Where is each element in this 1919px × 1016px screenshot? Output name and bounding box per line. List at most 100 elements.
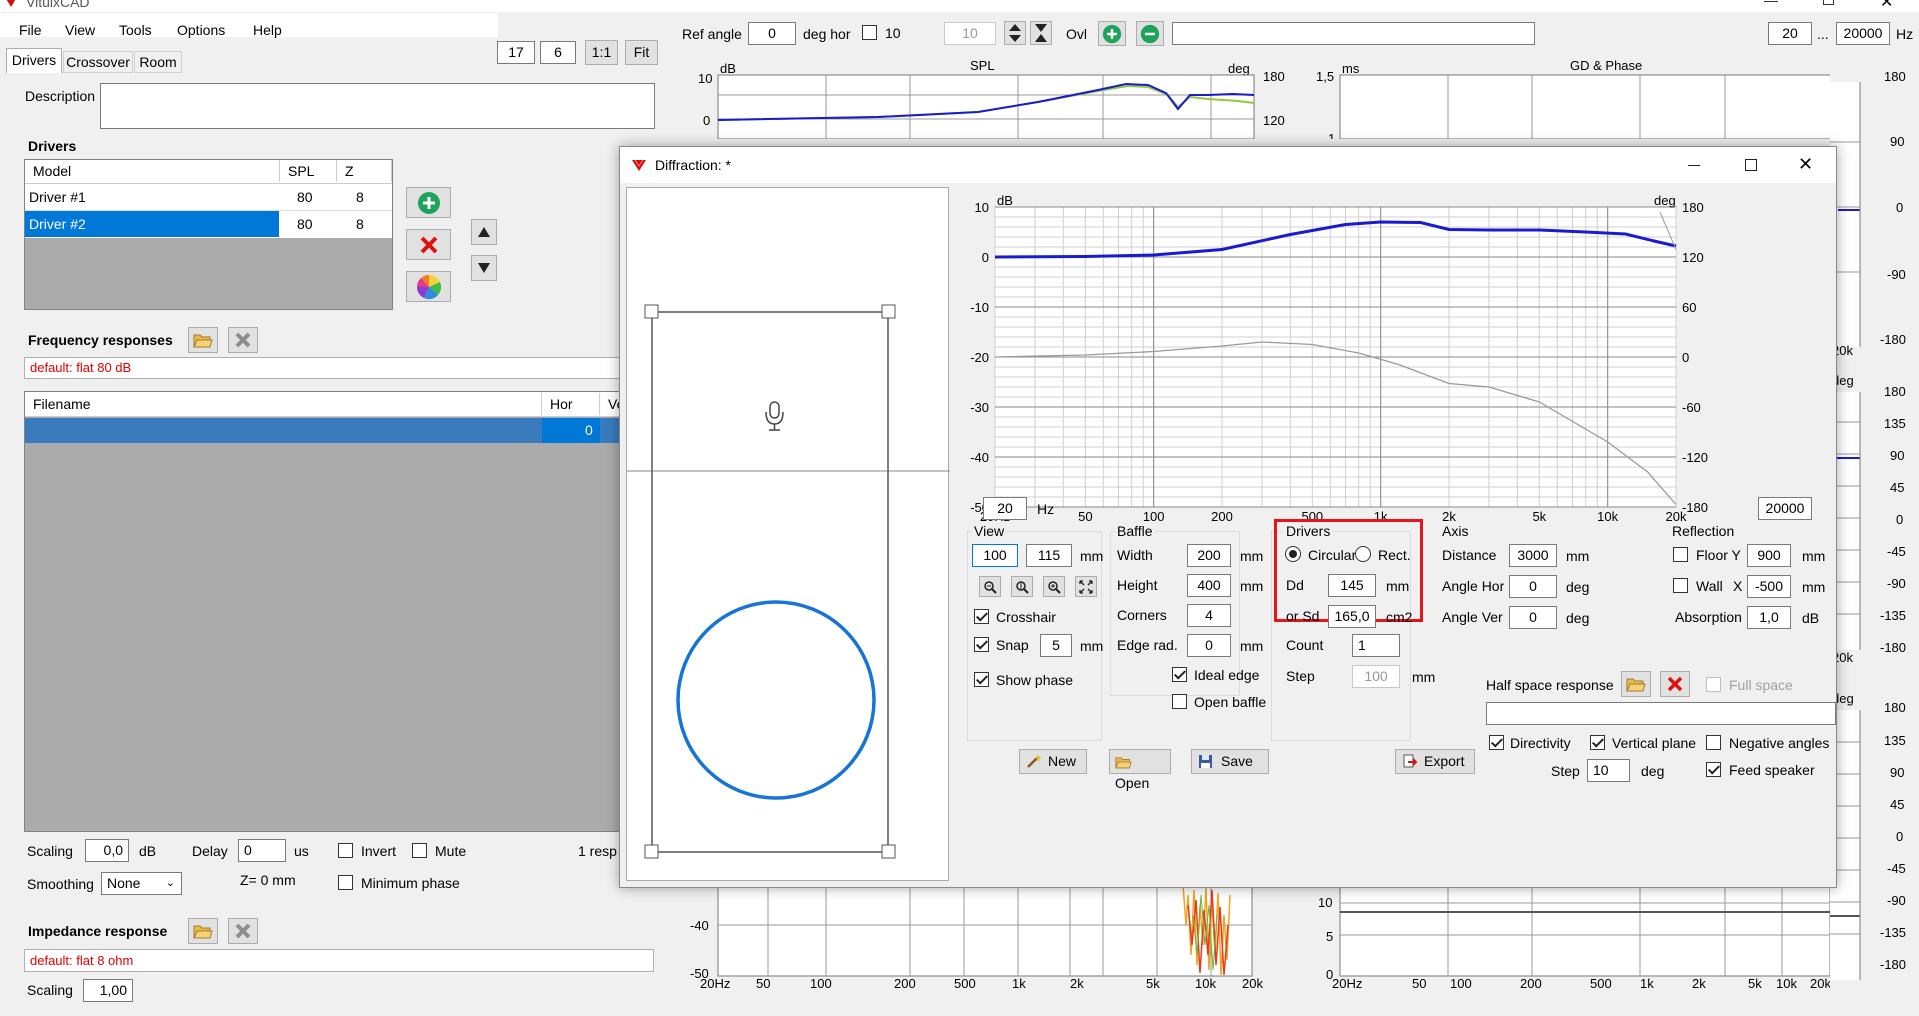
scaling-input[interactable]: 0,0: [85, 839, 129, 862]
distance-input[interactable]: 3000: [1509, 544, 1557, 567]
imp-open-button[interactable]: [188, 918, 218, 944]
fr-default-field[interactable]: default: flat 80 dB: [24, 357, 654, 379]
baffle-corners-input[interactable]: 4: [1187, 604, 1231, 627]
min-phase-checkbox[interactable]: [338, 875, 353, 890]
freq-max-input[interactable]: 20000: [1836, 22, 1890, 45]
directivity-checkbox[interactable]: [1489, 735, 1504, 750]
table-row-selected[interactable]: 0: [25, 418, 653, 443]
imp-clear-button[interactable]: [228, 918, 258, 944]
rect-radio[interactable]: [1355, 546, 1371, 562]
angle-hor-input[interactable]: 0: [1509, 575, 1557, 598]
crosshair-checkbox[interactable]: [974, 609, 989, 624]
col-hor[interactable]: Hor: [542, 393, 600, 415]
view-height-input[interactable]: 115: [1026, 544, 1072, 567]
snap-checkbox[interactable]: [974, 637, 989, 652]
export-button[interactable]: Export: [1395, 749, 1475, 774]
dd-input[interactable]: 145: [1328, 574, 1376, 597]
col-spl[interactable]: SPL: [280, 160, 337, 182]
dialog-minimize-icon[interactable]: [1688, 165, 1700, 166]
zoom-out-button[interactable]: [979, 576, 1001, 597]
show-phase-checkbox[interactable]: [974, 672, 989, 687]
floor-checkbox[interactable]: [1673, 547, 1688, 562]
spl-max-checkbox[interactable]: [862, 25, 877, 40]
new-button[interactable]: New: [1019, 749, 1087, 774]
chart-freq-min[interactable]: 20: [983, 497, 1027, 520]
color-wheel-button[interactable]: [406, 271, 451, 302]
description-input[interactable]: [100, 83, 655, 129]
open-baffle-checkbox[interactable]: [1172, 694, 1187, 709]
col-filename[interactable]: Filename: [25, 393, 542, 415]
baffle-canvas[interactable]: [626, 187, 950, 881]
col-z[interactable]: Z: [337, 160, 392, 182]
delay-input[interactable]: 0: [238, 839, 286, 862]
col-model[interactable]: Model: [25, 160, 280, 182]
zoom-b[interactable]: 6: [540, 41, 576, 64]
snap-input[interactable]: 5: [1040, 634, 1072, 657]
remove-driver-button[interactable]: [406, 229, 451, 260]
floor-input[interactable]: 900: [1747, 544, 1791, 567]
dialog-close-icon[interactable]: ✕: [1798, 154, 1813, 175]
ref-angle-input[interactable]: 0: [748, 22, 796, 45]
options-step-input[interactable]: 10: [1587, 759, 1630, 782]
freq-min-input[interactable]: 20: [1768, 22, 1812, 45]
zoom-in-button[interactable]: [1043, 576, 1065, 597]
negative-angles-checkbox[interactable]: [1706, 735, 1721, 750]
tab-crossover[interactable]: Crossover: [63, 51, 133, 73]
wall-checkbox[interactable]: [1673, 578, 1688, 593]
ideal-edge-checkbox[interactable]: [1172, 667, 1187, 682]
view-width-input[interactable]: 100: [972, 544, 1018, 567]
menu-help[interactable]: Help: [253, 22, 282, 38]
add-driver-button[interactable]: [406, 187, 451, 218]
tab-drivers[interactable]: Drivers: [6, 48, 62, 73]
half-space-input[interactable]: [1486, 702, 1836, 725]
table-row[interactable]: Driver #1 80 8: [25, 184, 392, 211]
collapse-button[interactable]: [1030, 21, 1052, 45]
table-row-selected[interactable]: Driver #2 80 8: [25, 211, 392, 238]
half-space-open-button[interactable]: [1621, 671, 1651, 697]
dialog-maximize-icon[interactable]: [1745, 159, 1757, 171]
half-space-clear-button[interactable]: [1660, 671, 1690, 697]
menu-file[interactable]: File: [19, 22, 42, 38]
full-space-checkbox[interactable]: [1706, 677, 1721, 692]
angle-ver-input[interactable]: 0: [1509, 606, 1557, 629]
minimize-icon[interactable]: [1764, 1, 1778, 2]
ovl-remove-button[interactable]: [1136, 21, 1164, 46]
move-down-button[interactable]: [471, 255, 497, 281]
circular-radio[interactable]: [1285, 546, 1301, 562]
baffle-width-input[interactable]: 200: [1187, 544, 1231, 567]
zoom-vertical-button[interactable]: [1011, 576, 1033, 597]
open-button[interactable]: Open: [1109, 749, 1171, 791]
zoom-fit-button[interactable]: Fit: [625, 40, 658, 65]
tab-room[interactable]: Room: [134, 51, 182, 73]
step-input[interactable]: 100: [1352, 665, 1400, 688]
sd-input[interactable]: 165,0: [1328, 605, 1376, 628]
smoothing-select[interactable]: None ⌄: [101, 872, 182, 895]
invert-checkbox[interactable]: [338, 843, 353, 858]
mute-checkbox[interactable]: [412, 843, 427, 858]
wall-input[interactable]: -500: [1747, 575, 1791, 598]
menu-view[interactable]: View: [65, 22, 95, 38]
absorption-input[interactable]: 1,0: [1747, 606, 1791, 629]
vertical-plane-checkbox[interactable]: [1590, 735, 1605, 750]
feed-speaker-checkbox[interactable]: [1706, 762, 1721, 777]
edge-radius-input[interactable]: 0: [1187, 634, 1231, 657]
spin-button[interactable]: [1004, 21, 1026, 45]
count-input[interactable]: 1: [1352, 634, 1400, 657]
move-up-button[interactable]: [471, 219, 497, 245]
zoom-fit-button[interactable]: [1075, 576, 1097, 597]
close-window-icon[interactable]: ✕: [1880, 0, 1893, 12]
zoom-a[interactable]: 17: [497, 41, 535, 64]
spl-max-input[interactable]: 10: [944, 22, 996, 45]
chart-freq-max[interactable]: 20000: [1758, 497, 1812, 520]
baffle-height-input[interactable]: 400: [1187, 574, 1231, 597]
fr-clear-button[interactable]: [228, 327, 258, 353]
zoom-one-button[interactable]: 1:1: [585, 40, 618, 65]
menu-options[interactable]: Options: [177, 22, 225, 38]
ovl-input[interactable]: [1172, 22, 1535, 45]
imp-default-field[interactable]: default: flat 8 ohm: [24, 949, 654, 972]
menu-tools[interactable]: Tools: [119, 22, 152, 38]
fr-open-button[interactable]: [188, 327, 218, 353]
imp-scaling-input[interactable]: 1,00: [83, 979, 133, 1002]
save-button[interactable]: Save: [1191, 749, 1269, 774]
maximize-icon[interactable]: [1823, 0, 1834, 5]
